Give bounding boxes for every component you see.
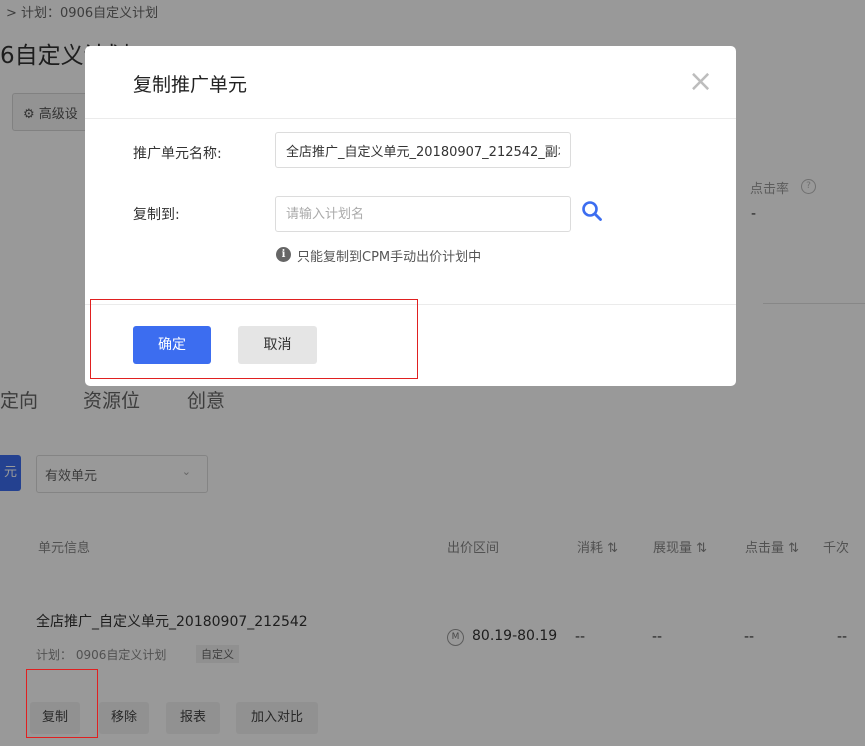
plan-search-input[interactable] (275, 196, 571, 232)
highlight-copy-button (26, 669, 98, 738)
copy-to-label: 复制到: (133, 207, 180, 223)
unit-name-label: 推广单元名称: (133, 146, 222, 162)
search-icon[interactable] (581, 200, 603, 222)
dialog-title: 复制推广单元 (133, 74, 248, 96)
copy-hint: 只能复制到CPM手动出价计划中 (297, 250, 482, 265)
page: > 计划：0906自定义计划 6自定义计划 ⚙ 高级设 点击率 ? - 定向 资… (0, 0, 865, 746)
close-icon[interactable]: × (688, 67, 713, 97)
dialog-header-divider (85, 118, 736, 119)
info-icon: i (276, 247, 291, 262)
unit-name-input[interactable] (275, 132, 571, 168)
highlight-dialog-buttons (90, 299, 418, 379)
